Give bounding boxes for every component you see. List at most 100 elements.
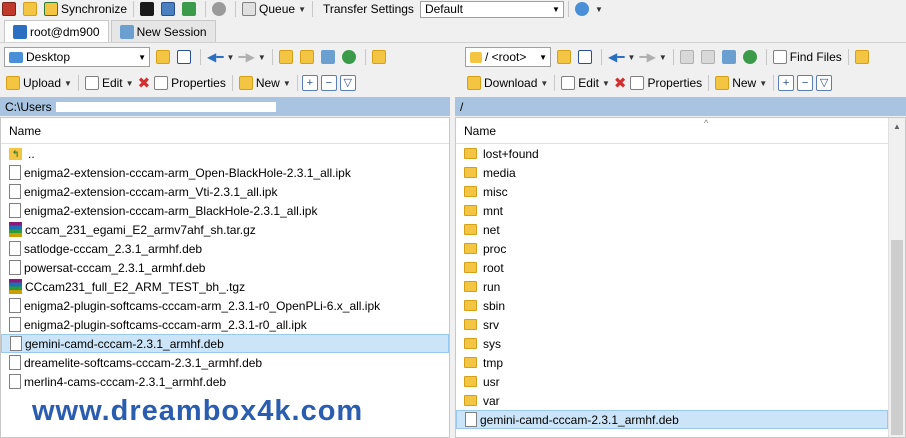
list-item[interactable]: sbin (456, 296, 888, 315)
remote-back-button[interactable]: ◀━ ▼ (606, 48, 637, 66)
remote-filter-button[interactable] (576, 48, 597, 66)
scroll-up-icon[interactable]: ▲ (889, 118, 905, 135)
toolbar-separator (205, 1, 207, 17)
list-item[interactable]: gemini-camd-cccam-2.3.1_armhf.deb (1, 334, 449, 353)
list-item[interactable]: gemini-camd-cccam-2.3.1_armhf.deb (456, 410, 888, 429)
chevron-down-icon: ▼ (539, 52, 547, 62)
filter-select-button[interactable]: ▽ (816, 75, 833, 91)
filter-select-button[interactable]: ▽ (339, 75, 356, 91)
synchronize-label: Synchronize (61, 2, 128, 16)
transfer-settings-label: Transfer Settings (323, 2, 414, 16)
minus-icon: − (801, 77, 809, 89)
list-item[interactable]: ↰.. (1, 144, 449, 163)
remote-open-folder-button[interactable] (555, 48, 576, 66)
keep-remote-up-to-date-button[interactable] (21, 0, 42, 18)
column-header-name[interactable]: Name (1, 118, 449, 144)
tab-new-session[interactable]: New Session (110, 20, 216, 42)
remote-parent-dir-button[interactable] (678, 48, 699, 66)
chevron-down-icon: ▼ (658, 52, 667, 62)
list-item[interactable]: enigma2-extension-cccam-arm_Vti-2.3.1_al… (1, 182, 449, 201)
remote-file-list[interactable]: Name ^ lost+found media misc mnt net proc root r… (455, 117, 906, 438)
scrollbar-thumb[interactable] (891, 240, 903, 435)
list-item[interactable]: cccam_231_egami_E2_armv7ahf_sh.tar.gz (1, 220, 449, 239)
remote-new-button[interactable]: New ▼ (713, 74, 769, 92)
list-item[interactable]: srv (456, 315, 888, 334)
list-item[interactable]: net (456, 220, 888, 239)
local-parent-dir-button[interactable] (277, 48, 298, 66)
local-edit-button[interactable]: Edit ▼ (83, 74, 136, 92)
list-item[interactable]: enigma2-extension-cccam-arm_Open-BlackHo… (1, 163, 449, 182)
synchronize-browsing-button[interactable] (180, 0, 201, 18)
folder-icon (464, 376, 477, 387)
queue-icon (242, 2, 257, 16)
preferences-button[interactable] (210, 0, 231, 18)
list-item[interactable]: satlodge-cccam_2.3.1_armhf.deb (1, 239, 449, 258)
unselect-all-button[interactable]: − (797, 75, 814, 91)
remote-forward-button[interactable]: ━▶ ▼ (637, 48, 668, 66)
filter-icon (177, 50, 191, 64)
console-button[interactable] (138, 0, 159, 18)
chevron-down-icon: ▼ (759, 78, 768, 88)
remote-edit-button[interactable]: Edit ▼ (559, 74, 612, 92)
find-files-button[interactable]: Find Files (771, 48, 844, 66)
local-delete-button[interactable]: ✖ (136, 74, 153, 92)
local-open-folder-button[interactable] (154, 48, 175, 66)
putty-button[interactable] (159, 0, 180, 18)
remote-vertical-scrollbar[interactable]: ▲ (888, 118, 905, 437)
synchronize-button[interactable]: Synchronize (42, 0, 129, 18)
file-icon (9, 374, 21, 389)
list-item[interactable]: mnt (456, 201, 888, 220)
remote-home-button[interactable] (720, 48, 741, 66)
list-item[interactable]: tmp (456, 353, 888, 372)
local-filter-button[interactable] (175, 48, 196, 66)
local-file-list[interactable]: Name ↰.. enigma2-extension-cccam-arm_Open… (0, 117, 450, 438)
upload-button[interactable]: Upload ▼ (4, 74, 74, 92)
remote-delete-button[interactable]: ✖ (612, 74, 629, 92)
local-back-button[interactable]: ◀━ ▼ (205, 48, 236, 66)
local-forward-button[interactable]: ━▶ ▼ (236, 48, 267, 66)
list-item[interactable]: root (456, 258, 888, 277)
remote-tree-button[interactable] (853, 48, 874, 66)
list-item[interactable]: enigma2-plugin-softcams-cccam-arm_2.3.1-… (1, 296, 449, 315)
queue-button[interactable]: Queue ▼ (240, 0, 308, 18)
list-item[interactable]: powersat-cccam_2.3.1_armhf.deb (1, 258, 449, 277)
local-root-dir-button[interactable] (298, 48, 319, 66)
list-item[interactable]: misc (456, 182, 888, 201)
list-item[interactable]: enigma2-extension-cccam-arm_BlackHole-2.… (1, 201, 449, 220)
download-button[interactable]: Download ▼ (465, 74, 550, 92)
local-location-select[interactable]: Desktop ▼ (4, 47, 150, 67)
local-new-button[interactable]: New ▼ (237, 74, 293, 92)
list-item[interactable]: sys (456, 334, 888, 353)
local-refresh-button[interactable] (340, 48, 361, 66)
remote-refresh-button[interactable] (741, 48, 762, 66)
list-item[interactable]: usr (456, 372, 888, 391)
local-tree-button[interactable] (370, 48, 391, 66)
compare-button[interactable] (0, 0, 21, 18)
select-all-button[interactable]: + (778, 75, 795, 91)
minus-icon: − (325, 77, 332, 89)
remote-location-select[interactable]: / <root> ▼ (465, 47, 551, 67)
list-item[interactable]: merlin4-cams-cccam-2.3.1_armhf.deb (1, 372, 449, 391)
root-folder-icon (299, 50, 314, 64)
column-header-name[interactable]: Name ^ (456, 118, 905, 144)
unselect-all-button[interactable]: − (320, 75, 337, 91)
list-item[interactable]: var (456, 391, 888, 410)
list-item[interactable]: dreamelite-softcams-cccam-2.3.1_armhf.de… (1, 353, 449, 372)
local-home-button[interactable] (319, 48, 340, 66)
select-all-button[interactable]: + (301, 75, 318, 91)
list-item[interactable]: enigma2-plugin-softcams-cccam-arm_2.3.1-… (1, 315, 449, 334)
transfer-settings-select[interactable]: Default ▼ (419, 0, 564, 18)
list-item[interactable]: lost+found (456, 144, 888, 163)
transfer-settings-value: Default (424, 2, 463, 16)
list-item[interactable]: CCcam231_full_E2_ARM_TEST_bh_.tgz (1, 277, 449, 296)
remote-properties-button[interactable]: Properties (628, 74, 704, 92)
file-icon (9, 241, 21, 256)
local-properties-button[interactable]: Properties (152, 74, 228, 92)
list-item[interactable]: proc (456, 239, 888, 258)
download-label: Download (484, 76, 538, 90)
tab-root-dm900[interactable]: root@dm900 (4, 20, 109, 42)
remote-root-dir-button[interactable] (699, 48, 720, 66)
transfer-options-button[interactable]: ▼ (573, 0, 605, 18)
list-item[interactable]: media (456, 163, 888, 182)
list-item[interactable]: run (456, 277, 888, 296)
